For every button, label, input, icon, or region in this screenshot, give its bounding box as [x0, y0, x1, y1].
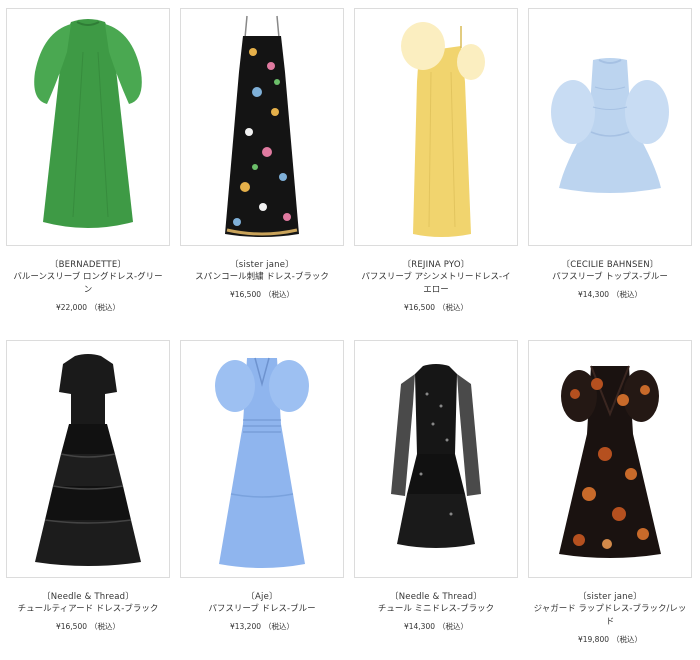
product-name[interactable]: チュールティアード ドレス-ブラック: [6, 603, 170, 616]
product-image[interactable]: [6, 340, 170, 578]
product-card[interactable]: 〔REJINA PYO〕 パフスリーブ アシンメトリードレス-イエロー ¥16,…: [354, 8, 518, 313]
dress-tiered-tulle-icon: [35, 354, 141, 566]
product-price: ¥19,800 （税込）: [577, 635, 642, 644]
dress-asymmetric-icon: [401, 22, 485, 237]
dress-balloon-sleeve-icon: [34, 19, 142, 228]
product-name[interactable]: ジャガード ラップドレス-ブラック/レッド: [528, 603, 692, 629]
product-brand: 〔Needle & Thread〕: [42, 592, 134, 602]
product-image[interactable]: [528, 8, 692, 246]
product-image[interactable]: [354, 340, 518, 578]
product-brand: 〔CECILIE BAHNSEN〕: [561, 260, 659, 270]
dress-mini-tulle-icon: [391, 364, 481, 548]
product-price: ¥13,200 （税込）: [229, 622, 294, 631]
product-image[interactable]: [6, 8, 170, 246]
dress-wrap-jacquard-icon: [559, 365, 661, 558]
product-brand: 〔sister jane〕: [230, 260, 294, 270]
product-price: ¥16,500 （税込）: [403, 303, 468, 312]
product-name[interactable]: パフスリーブ アシンメトリードレス-イエロー: [354, 271, 518, 297]
product-brand: 〔Aje〕: [246, 592, 278, 602]
product-name[interactable]: スパンコール刺繍 ドレス-ブラック: [180, 271, 344, 284]
product-image[interactable]: [180, 8, 344, 246]
top-puff-sleeve-icon: [551, 58, 669, 193]
product-price: ¥14,300 （税込）: [577, 290, 642, 299]
product-brand: 〔REJINA PYO〕: [402, 260, 470, 270]
product-card[interactable]: 〔Needle & Thread〕 チュール ミニドレス-ブラック ¥14,30…: [354, 340, 518, 632]
dress-slip-floral-icon: [225, 15, 299, 237]
product-price: ¥16,500 （税込）: [229, 290, 294, 299]
product-image[interactable]: [354, 8, 518, 246]
product-card[interactable]: 〔BERNADETTE〕 バルーンスリーブ ロングドレス-グリーン ¥22,00…: [6, 8, 170, 313]
product-card[interactable]: 〔sister jane〕 ジャガード ラップドレス-ブラック/レッド ¥19,…: [528, 340, 692, 645]
product-price: ¥16,500 （税込）: [55, 622, 120, 631]
product-card[interactable]: 〔Aje〕 パフスリーブ ドレス-ブルー ¥13,200 （税込）: [180, 340, 344, 632]
product-brand: 〔sister jane〕: [578, 592, 642, 602]
product-name[interactable]: チュール ミニドレス-ブラック: [354, 603, 518, 616]
product-card[interactable]: 〔Needle & Thread〕 チュールティアード ドレス-ブラック ¥16…: [6, 340, 170, 632]
product-price: ¥14,300 （税込）: [403, 622, 468, 631]
product-grid: 〔BERNADETTE〕 バルーンスリーブ ロングドレス-グリーン ¥22,00…: [0, 0, 700, 660]
product-name[interactable]: パフスリーブ トップス-ブルー: [528, 271, 692, 284]
product-card[interactable]: 〔CECILIE BAHNSEN〕 パフスリーブ トップス-ブルー ¥14,30…: [528, 8, 692, 300]
product-card[interactable]: 〔sister jane〕 スパンコール刺繍 ドレス-ブラック ¥16,500 （…: [180, 8, 344, 300]
dress-puff-sleeve-icon: [215, 357, 309, 568]
product-image[interactable]: [180, 340, 344, 578]
product-name[interactable]: バルーンスリーブ ロングドレス-グリーン: [6, 271, 170, 297]
product-brand: 〔BERNADETTE〕: [49, 260, 127, 270]
product-brand: 〔Needle & Thread〕: [390, 592, 482, 602]
product-name[interactable]: パフスリーブ ドレス-ブルー: [180, 603, 344, 616]
product-image[interactable]: [528, 340, 692, 578]
product-price: ¥22,000 （税込）: [55, 303, 120, 312]
